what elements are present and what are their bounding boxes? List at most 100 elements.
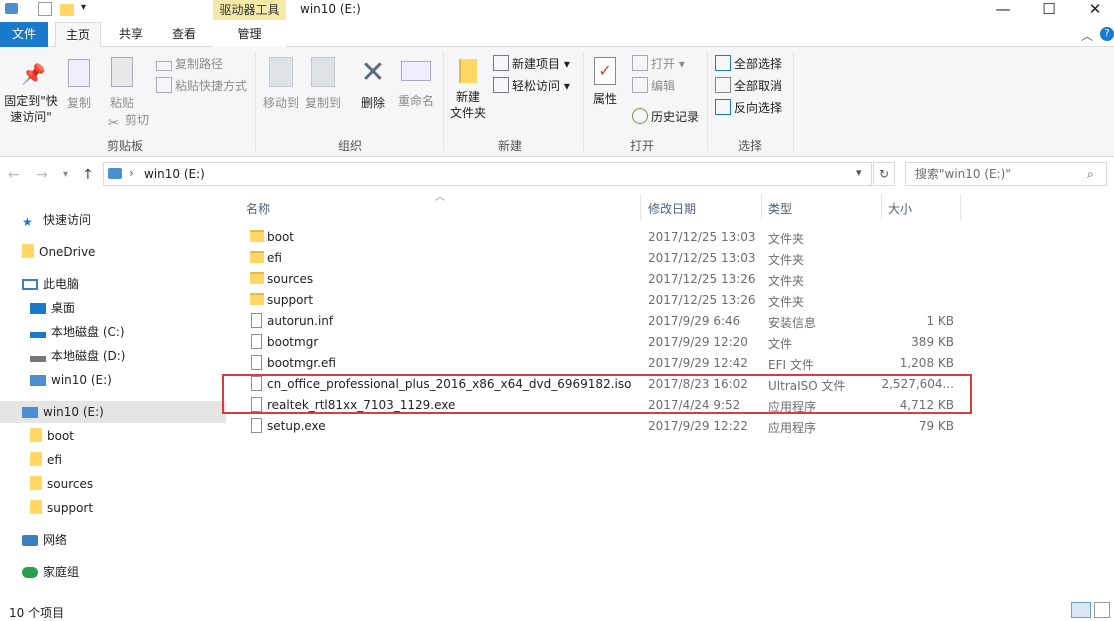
copy-to-button[interactable]: 复制到 (304, 57, 342, 111)
properties-button[interactable]: ✓ 属性 (588, 57, 622, 107)
recent-locations-chevron-icon[interactable]: ▾ (63, 169, 68, 180)
file-row[interactable]: boot 2017/12/25 13:03 文件夹 (244, 227, 960, 248)
file-type: 文件夹 (768, 295, 805, 309)
search-input[interactable]: 搜索"win10 (E:)" ⌕ (905, 162, 1107, 186)
nav-item-drive-e-selected[interactable]: win10 (E:) (0, 401, 226, 423)
paste-label: 粘贴 (109, 96, 134, 110)
history-button[interactable]: 历史记录 (632, 107, 699, 127)
breadcrumb-path[interactable]: win10 (E:) (144, 167, 205, 181)
folder-icon (30, 452, 42, 466)
select-none-label: 全部取消 (734, 79, 783, 93)
nav-item-drive-d[interactable]: 本地磁盘 (D:) (30, 345, 125, 367)
minimize-button[interactable]: — (980, 0, 1026, 20)
file-row[interactable]: setup.exe 2017/9/29 12:22 应用程序 79 KB (244, 416, 960, 437)
column-header-type[interactable]: 类型 (768, 200, 792, 217)
nav-item-desktop[interactable]: 桌面 (30, 297, 75, 319)
nav-item-onedrive[interactable]: OneDrive (22, 241, 95, 263)
edit-icon (632, 77, 648, 93)
ribbon: 📌 固定到"快速访问" 复制 粘贴 复制路径 粘贴快捷方式 ✂ 剪切 剪贴板 移动… (0, 47, 1114, 157)
nav-item-drive-e[interactable]: win10 (E:) (30, 369, 112, 391)
new-item-button[interactable]: 新建项目 ▾ (493, 54, 570, 74)
ribbon-separator (707, 51, 708, 151)
copy-path-icon (156, 61, 172, 71)
tab-share[interactable]: 共享 (108, 22, 154, 47)
pin-quick-access-button[interactable]: 📌 固定到"快速访问" (2, 61, 60, 125)
copy-to-label: 复制到 (304, 96, 341, 110)
file-row[interactable]: support 2017/12/25 13:26 文件夹 (244, 290, 960, 311)
copy-label: 复制 (66, 96, 91, 110)
new-folder-button[interactable]: 新建 文件夹 (448, 59, 488, 121)
column-header-date[interactable]: 修改日期 (648, 200, 696, 217)
nav-item-efi[interactable]: efi (30, 449, 62, 471)
nav-item-homegroup[interactable]: 家庭组 (22, 561, 79, 583)
move-to-button[interactable]: 移动到 (262, 57, 300, 111)
cut-button[interactable]: ✂ 剪切 (108, 110, 149, 131)
address-dropdown-icon[interactable]: ▾ (856, 166, 862, 179)
nav-item-boot[interactable]: boot (30, 425, 74, 447)
column-header-name[interactable]: 名称 (246, 200, 270, 217)
nav-item-sources[interactable]: sources (30, 473, 93, 495)
help-icon[interactable]: ? (1100, 27, 1114, 41)
file-date: 2017/12/25 13:26 (648, 293, 756, 307)
file-date: 2017/9/29 12:22 (648, 419, 748, 433)
computer-icon (22, 279, 38, 290)
refresh-icon[interactable]: ↻ (873, 162, 895, 186)
maximize-button[interactable]: ☐ (1026, 0, 1072, 20)
invert-selection-button[interactable]: 反向选择 (715, 98, 782, 118)
new-folder-quick-icon[interactable] (60, 4, 74, 16)
edit-button[interactable]: 编辑 (632, 76, 675, 96)
file-row[interactable]: bootmgr 2017/9/29 12:20 文件 389 KB (244, 332, 960, 353)
nav-label: 快速访问 (43, 213, 92, 227)
nav-item-quick-access[interactable]: ★ 快速访问 (22, 209, 91, 231)
file-date: 2017/9/29 6:46 (648, 314, 741, 328)
paste-button[interactable]: 粘贴 (106, 57, 138, 111)
quick-access-dropdown-icon[interactable]: ▾ (81, 2, 86, 13)
tab-home[interactable]: 主页 (55, 22, 101, 48)
easy-access-button[interactable]: 轻松访问 ▾ (493, 76, 570, 96)
desktop-icon (30, 303, 46, 314)
drive-tools-context-label: 驱动器工具 (213, 0, 286, 20)
clipboard-group-label: 剪贴板 (106, 139, 143, 153)
close-button[interactable]: ✕ (1072, 0, 1114, 20)
paste-shortcut-button[interactable]: 粘贴快捷方式 (156, 76, 247, 96)
file-row[interactable]: autorun.inf 2017/9/29 6:46 安装信息 1 KB (244, 311, 960, 332)
properties-quick-icon[interactable] (38, 2, 52, 16)
column-separator[interactable] (640, 194, 641, 220)
nav-item-this-pc[interactable]: 此电脑 (22, 273, 79, 295)
search-icon: ⌕ (1087, 167, 1094, 181)
address-bar[interactable]: › win10 (E:) ▾ (103, 162, 872, 186)
file-date: 2017/12/25 13:03 (648, 251, 756, 265)
nav-item-network[interactable]: 网络 (22, 529, 67, 551)
select-none-button[interactable]: 全部取消 (715, 76, 782, 96)
nav-item-support[interactable]: support (30, 497, 93, 519)
file-row[interactable]: efi 2017/12/25 13:03 文件夹 (244, 248, 960, 269)
tab-manage[interactable]: 管理 (213, 22, 286, 47)
details-view-icon[interactable] (1071, 602, 1091, 618)
easy-access-label: 轻松访问 (512, 79, 561, 93)
rename-button[interactable]: 重命名 (396, 57, 436, 109)
delete-button[interactable]: ✕ 删除 (358, 57, 388, 111)
column-separator[interactable] (960, 194, 961, 220)
large-icons-view-icon[interactable] (1094, 602, 1110, 618)
file-name: sources (267, 272, 314, 286)
file-row[interactable]: bootmgr.efi 2017/9/29 12:42 EFI 文件 1,208 KB (244, 353, 960, 374)
file-row[interactable]: sources 2017/12/25 13:26 文件夹 (244, 269, 960, 290)
collapse-ribbon-icon[interactable]: ︿ (1081, 27, 1093, 44)
column-separator[interactable] (881, 194, 882, 220)
column-separator[interactable] (761, 194, 762, 220)
open-button[interactable]: 打开 ▾ (632, 54, 685, 74)
file-icon (251, 313, 262, 328)
folder-icon (250, 230, 264, 242)
tab-view[interactable]: 查看 (161, 22, 207, 47)
nav-item-drive-c[interactable]: 本地磁盘 (C:) (30, 321, 125, 343)
forward-arrow-icon[interactable]: → (36, 167, 48, 183)
copy-path-button[interactable]: 复制路径 (156, 54, 223, 74)
breadcrumb-chevron-icon[interactable]: › (129, 166, 134, 180)
rename-label: 重命名 (397, 94, 434, 108)
tab-file[interactable]: 文件 (0, 22, 48, 47)
up-arrow-icon[interactable]: ↑ (82, 167, 94, 183)
back-arrow-icon[interactable]: ← (8, 167, 20, 183)
copy-button[interactable]: 复制 (62, 59, 96, 111)
column-header-size[interactable]: 大小 (888, 200, 912, 217)
select-all-button[interactable]: 全部选择 (715, 54, 782, 74)
